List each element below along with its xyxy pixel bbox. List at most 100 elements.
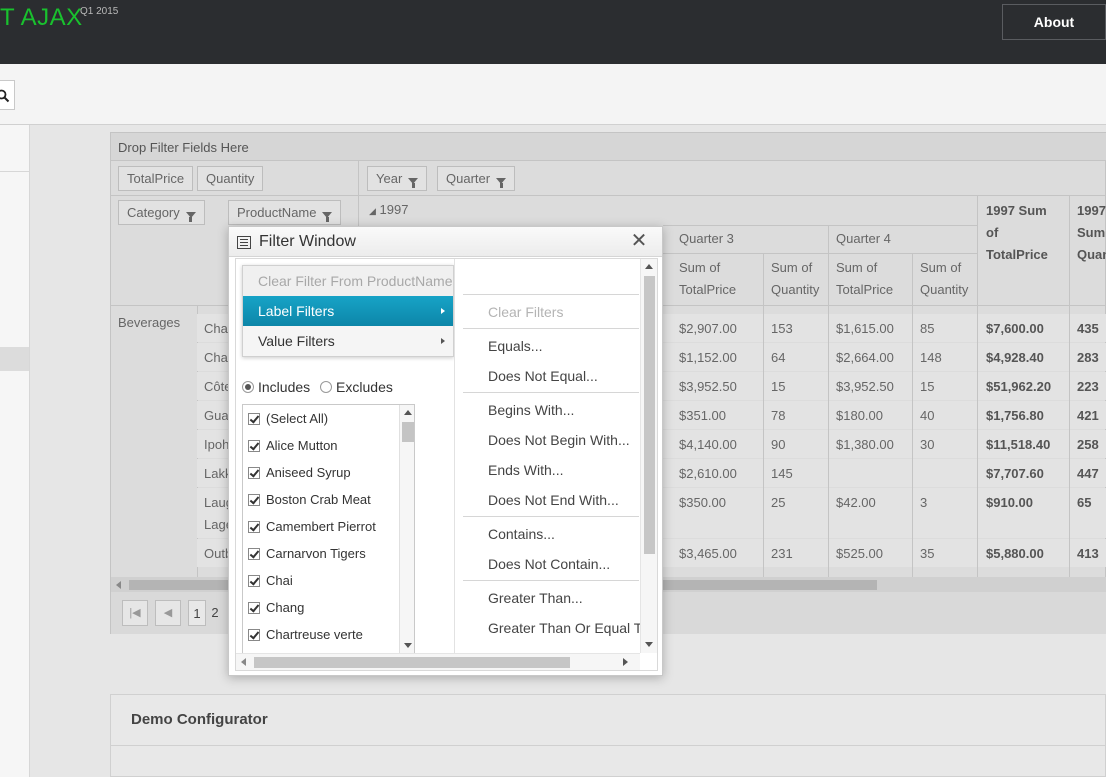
- table-cell: $1,615.00: [836, 321, 894, 336]
- list-scrollbar[interactable]: [399, 405, 414, 653]
- scrollbar-thumb[interactable]: [644, 276, 655, 554]
- scroll-up-icon[interactable]: [404, 410, 412, 415]
- product-cell[interactable]: Gua: [204, 408, 229, 423]
- filter-funnel-icon[interactable]: [496, 178, 507, 188]
- scrollbar-thumb[interactable]: [254, 657, 570, 668]
- filter-funnel-icon[interactable]: [322, 212, 333, 222]
- submenu-greater-than[interactable]: Greater Than...: [488, 590, 583, 606]
- submenu-does-not-end-with[interactable]: Does Not End With...: [488, 492, 619, 508]
- submenu-greater-than-or-equal[interactable]: Greater Than Or Equal To...: [488, 620, 657, 636]
- submenu-equals[interactable]: Equals...: [488, 338, 542, 354]
- filter-window-titlebar[interactable]: Filter Window ✕: [229, 227, 662, 257]
- excludes-radio[interactable]: [320, 381, 333, 393]
- total-cell: 413: [1077, 546, 1099, 561]
- submenu-clear-filters[interactable]: Clear Filters: [488, 304, 563, 320]
- data-field-quantity[interactable]: Quantity: [197, 166, 264, 191]
- menu-item-label-filters[interactable]: Label Filters: [243, 296, 453, 326]
- category-cell[interactable]: Beverages: [118, 315, 180, 330]
- column-field-quarter[interactable]: Quarter: [437, 166, 516, 191]
- list-item[interactable]: (Select All): [243, 405, 399, 432]
- filter-funnel-icon[interactable]: [408, 178, 419, 188]
- list-item[interactable]: Boston Crab Meat: [243, 486, 399, 513]
- close-button[interactable]: ✕: [629, 230, 649, 252]
- brand-logo[interactable]: T AJAX: [0, 4, 83, 32]
- window-vertical-scrollbar[interactable]: [640, 259, 657, 653]
- includes-label[interactable]: Includes: [258, 379, 310, 395]
- row-field-category[interactable]: Category: [118, 200, 205, 225]
- grid-divider: [912, 305, 913, 577]
- data-field-totalprice[interactable]: TotalPrice: [118, 166, 194, 191]
- total-cell: $1,756.80: [986, 408, 1044, 423]
- scroll-right-icon[interactable]: [623, 658, 628, 666]
- table-cell: $42.00: [836, 495, 876, 510]
- scroll-left-icon[interactable]: [241, 658, 246, 666]
- excludes-label[interactable]: Excludes: [336, 379, 393, 395]
- submenu-does-not-equal[interactable]: Does Not Equal...: [488, 368, 598, 384]
- column-field-year[interactable]: Year: [367, 166, 428, 191]
- checkbox[interactable]: [248, 467, 260, 479]
- page-number-current[interactable]: 1: [188, 600, 206, 626]
- product-checklist: (Select All) Alice Mutton Aniseed Syrup …: [242, 404, 415, 654]
- includes-radio[interactable]: [242, 381, 254, 393]
- list-item[interactable]: Alice Mutton: [243, 432, 399, 459]
- demo-configurator-title: Demo Configurator: [131, 711, 268, 728]
- quarter-4-header[interactable]: Quarter 4: [836, 228, 891, 250]
- list-item[interactable]: Chang: [243, 594, 399, 621]
- submenu-does-not-begin-with[interactable]: Does Not Begin With...: [488, 432, 630, 448]
- scroll-down-icon[interactable]: [645, 642, 653, 647]
- row-field-category-label: Category: [127, 205, 180, 220]
- scroll-up-icon[interactable]: [645, 264, 653, 269]
- menu-item-value-filters[interactable]: Value Filters: [243, 326, 453, 356]
- search-button[interactable]: [0, 80, 15, 110]
- submenu-does-not-contain[interactable]: Does Not Contain...: [488, 556, 610, 572]
- filter-window-body: Clear Filter From ProductName Label Filt…: [235, 258, 658, 671]
- list-item[interactable]: Chartreuse verte: [243, 621, 399, 648]
- nav-item-selected[interactable]: [0, 347, 29, 371]
- table-cell: $3,465.00: [679, 546, 737, 561]
- table-cell: $2,610.00: [679, 466, 737, 481]
- product-cell[interactable]: Cha: [204, 321, 228, 336]
- collapse-arrow-icon[interactable]: ◢: [369, 206, 376, 216]
- table-cell: $3,952.50: [679, 379, 737, 394]
- page-number[interactable]: 2: [206, 600, 224, 626]
- menu-separator: [463, 294, 639, 295]
- filter-funnel-icon[interactable]: [185, 212, 196, 222]
- submenu-contains[interactable]: Contains...: [488, 526, 555, 542]
- row-field-productname[interactable]: ProductName: [228, 200, 342, 225]
- close-icon: ✕: [630, 230, 648, 252]
- checkbox[interactable]: [248, 413, 260, 425]
- checkbox[interactable]: [248, 548, 260, 560]
- checkbox[interactable]: [248, 521, 260, 533]
- scrollbar-thumb[interactable]: [402, 422, 414, 442]
- window-horizontal-scrollbar[interactable]: [236, 653, 640, 670]
- table-cell: 153: [771, 321, 793, 336]
- header-line: Quantity: [771, 282, 820, 297]
- submenu-begins-with[interactable]: Begins With...: [488, 402, 574, 418]
- menu-item-label: Label Filters: [258, 303, 335, 319]
- checkbox[interactable]: [248, 575, 260, 587]
- scroll-left-icon[interactable]: [116, 581, 121, 589]
- checkbox[interactable]: [248, 440, 260, 452]
- checkbox[interactable]: [248, 602, 260, 614]
- year-header[interactable]: ◢ 1997: [369, 199, 408, 222]
- menu-item-clear-filter[interactable]: Clear Filter From ProductName: [243, 266, 453, 296]
- checkbox[interactable]: [248, 629, 260, 641]
- product-cell[interactable]: Ipoh: [204, 437, 229, 452]
- product-cell[interactable]: Cha: [204, 350, 228, 365]
- filter-drop-zone[interactable]: Drop Filter Fields Here: [111, 133, 1106, 161]
- list-item[interactable]: Aniseed Syrup: [243, 459, 399, 486]
- q4-sum-quantity-header: Sum of Quantity: [920, 257, 968, 301]
- search-icon: [0, 89, 10, 103]
- list-item[interactable]: Chai: [243, 567, 399, 594]
- scroll-down-icon[interactable]: [404, 643, 412, 648]
- about-button[interactable]: About: [1002, 4, 1106, 40]
- window-icon: [237, 236, 251, 249]
- quarter-3-header[interactable]: Quarter 3: [679, 228, 734, 250]
- list-item[interactable]: Carnarvon Tigers: [243, 540, 399, 567]
- list-item[interactable]: Camembert Pierrot: [243, 513, 399, 540]
- table-cell: $4,140.00: [679, 437, 737, 452]
- submenu-ends-with[interactable]: Ends With...: [488, 462, 563, 478]
- first-page-button[interactable]: |◀: [122, 600, 148, 626]
- checkbox[interactable]: [248, 494, 260, 506]
- prev-page-button[interactable]: ◀: [155, 600, 181, 626]
